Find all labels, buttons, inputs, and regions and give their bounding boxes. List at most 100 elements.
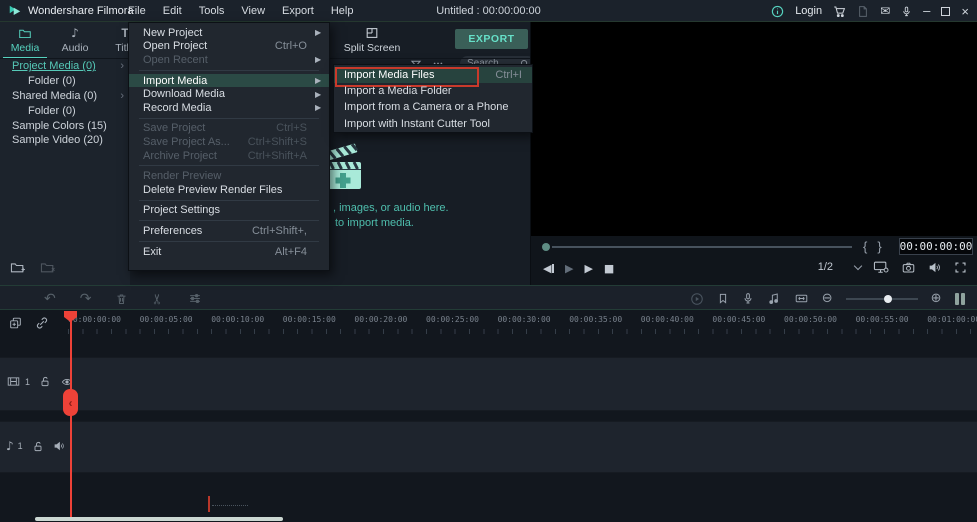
play-button[interactable]: ▶	[565, 262, 573, 275]
menubar-item[interactable]: Tools	[199, 5, 225, 17]
eye-icon[interactable]	[60, 376, 74, 388]
previous-frame-button[interactable]: ◀	[543, 262, 554, 275]
snapshot-camera-icon[interactable]	[901, 261, 916, 274]
zoom-in-icon[interactable]: ⊕	[931, 291, 942, 306]
lock-icon[interactable]	[39, 375, 51, 388]
library-tree-item[interactable]: Shared Media (0) ›	[0, 89, 130, 104]
menu-item-label: Exit	[143, 246, 275, 258]
tab-media[interactable]: Media	[0, 24, 50, 56]
file-menu-item[interactable]: Save Project Ctrl+S ▶	[129, 122, 329, 136]
maximize-button[interactable]	[941, 7, 950, 16]
submenu-arrow-icon: ▶	[315, 90, 323, 99]
file-menu-item[interactable]: Import Media ▶	[129, 74, 329, 88]
timeline-panel: 00:00:00:0000:00:05:0000:00:10:0000:00:1…	[0, 311, 977, 522]
file-menu-item[interactable]: ▶	[129, 115, 329, 122]
file-menu-item[interactable]: ▶	[129, 217, 329, 224]
timeline-zoom-slider[interactable]	[846, 293, 918, 305]
scrubber-handle[interactable]	[542, 243, 550, 251]
microphone-icon[interactable]	[901, 5, 912, 18]
file-menu-item[interactable]: Open Project Ctrl+O ▶	[129, 40, 329, 54]
chevron-right-icon[interactable]: ›	[120, 90, 124, 102]
file-menu-item[interactable]: ▶	[129, 197, 329, 204]
add-folder-icon[interactable]	[10, 260, 26, 274]
dual-pane-icon[interactable]	[955, 293, 966, 305]
export-button[interactable]: EXPORT	[455, 29, 528, 49]
library-tree-item[interactable]: Sample Video (20) ›	[0, 133, 130, 148]
submenu-item[interactable]: Import a Media Folder	[334, 83, 532, 99]
library-folder-actions	[10, 260, 56, 274]
submenu-item[interactable]: Import from a Camera or a Phone	[334, 99, 532, 115]
menubar-item[interactable]: Export	[282, 5, 314, 17]
tab-split-screen[interactable]: Split Screen	[340, 26, 404, 54]
volume-icon[interactable]	[928, 261, 942, 274]
mark-in-icon[interactable]: {	[863, 239, 867, 254]
file-menu-item[interactable]: Open Recent ▶	[129, 53, 329, 67]
library-tree-item[interactable]: Project Media (0) ›	[0, 59, 130, 74]
library-tree-item[interactable]: Sample Colors (15) ›	[0, 118, 130, 133]
mute-speaker-icon[interactable]	[53, 440, 66, 452]
import-hint-line1: , images, or audio here.	[333, 202, 449, 214]
submenu-arrow-icon: ▶	[315, 55, 323, 64]
file-menu-item[interactable]: Delete Preview Render Files ▶	[129, 183, 329, 197]
file-menu-item[interactable]: Render Preview ▶	[129, 169, 329, 183]
video-display[interactable]	[531, 22, 977, 236]
mark-out-icon[interactable]: }	[877, 239, 881, 254]
submenu-item[interactable]: Import Media Files Ctrl+I	[334, 67, 532, 83]
zoom-out-icon[interactable]: ⊖	[822, 291, 833, 306]
ruler-timecode-label: 00:00:30:00	[498, 315, 551, 324]
ruler-timecode-label: 00:00:35:00	[569, 315, 622, 324]
library-tree-item[interactable]: Folder (0) ›	[0, 74, 130, 89]
audio-track-lane[interactable]	[0, 421, 977, 473]
timeline-tools: ⊖ ⊕	[690, 286, 965, 311]
timeline-scrollbar[interactable]	[35, 517, 283, 521]
menubar-item[interactable]: File	[128, 5, 146, 17]
menubar-item[interactable]: Help	[331, 5, 354, 17]
login-button[interactable]: Login	[795, 5, 822, 17]
display-device-icon[interactable]	[873, 260, 889, 274]
split-screen-icon	[365, 26, 379, 40]
playhead-grip[interactable]: ‹	[63, 389, 78, 416]
file-menu-item[interactable]: Preferences Ctrl+Shift+, ▶	[129, 224, 329, 238]
stop-button[interactable]: ■	[604, 262, 614, 275]
chevron-right-icon[interactable]: ›	[120, 60, 124, 72]
playback-quality-dropdown[interactable]: 1/2	[818, 261, 861, 273]
file-menu-item[interactable]: Save Project As... Ctrl+Shift+S ▶	[129, 135, 329, 149]
file-menu-item[interactable]: Project Settings ▶	[129, 204, 329, 218]
zoom-to-fit-icon[interactable]	[794, 292, 809, 305]
marker-icon[interactable]	[717, 292, 729, 305]
file-menu-item[interactable]: ▶	[129, 238, 329, 245]
menubar-item[interactable]: Edit	[163, 5, 182, 17]
file-menu-item[interactable]: Exit Alt+F4 ▶	[129, 245, 329, 259]
video-track-lane[interactable]	[0, 357, 977, 411]
ruler-ticks[interactable]	[68, 329, 977, 334]
submenu-item-shortcut: Ctrl+I	[495, 69, 522, 81]
scrubber-track[interactable]	[552, 246, 852, 248]
file-menu-item[interactable]: ▶	[129, 67, 329, 74]
close-button[interactable]: ×	[961, 4, 969, 19]
file-menu-item[interactable]: Archive Project Ctrl+Shift+A ▶	[129, 149, 329, 163]
feedback-envelope-icon[interactable]: ✉	[880, 4, 890, 18]
file-menu-item[interactable]: New Project ▶	[129, 26, 329, 40]
submenu-item[interactable]: Import with Instant Cutter Tool	[334, 116, 532, 132]
lock-icon[interactable]	[32, 440, 44, 453]
file-menu-item[interactable]: Record Media ▶	[129, 101, 329, 115]
file-menu-item[interactable]: Download Media ▶	[129, 87, 329, 101]
audio-mixer-icon[interactable]	[767, 292, 781, 305]
minimize-button[interactable]: –	[923, 7, 930, 15]
zoom-slider-handle[interactable]	[884, 295, 892, 303]
cart-icon[interactable]	[833, 5, 846, 18]
ruler-timecode-label: 00:01:00:00	[927, 315, 977, 324]
info-icon[interactable]	[771, 5, 784, 18]
delete-trash-icon	[115, 292, 128, 306]
audio-track-icon: ♪	[6, 439, 14, 453]
file-menu-item[interactable]: ▶	[129, 162, 329, 169]
preview-timecode: 00:00:00:00	[899, 238, 973, 255]
library-tree-item[interactable]: Folder (0) ›	[0, 103, 130, 118]
menubar-item[interactable]: View	[241, 5, 265, 17]
next-frame-button[interactable]: ▶	[584, 262, 592, 275]
filmora-window: Wondershare Filmora FileEditToolsViewExp…	[0, 0, 977, 522]
tab-audio[interactable]: ♪ Audio	[50, 24, 100, 56]
fullscreen-icon[interactable]	[954, 261, 967, 274]
folder-icon	[18, 27, 32, 40]
voiceover-mic-icon[interactable]	[742, 292, 754, 305]
